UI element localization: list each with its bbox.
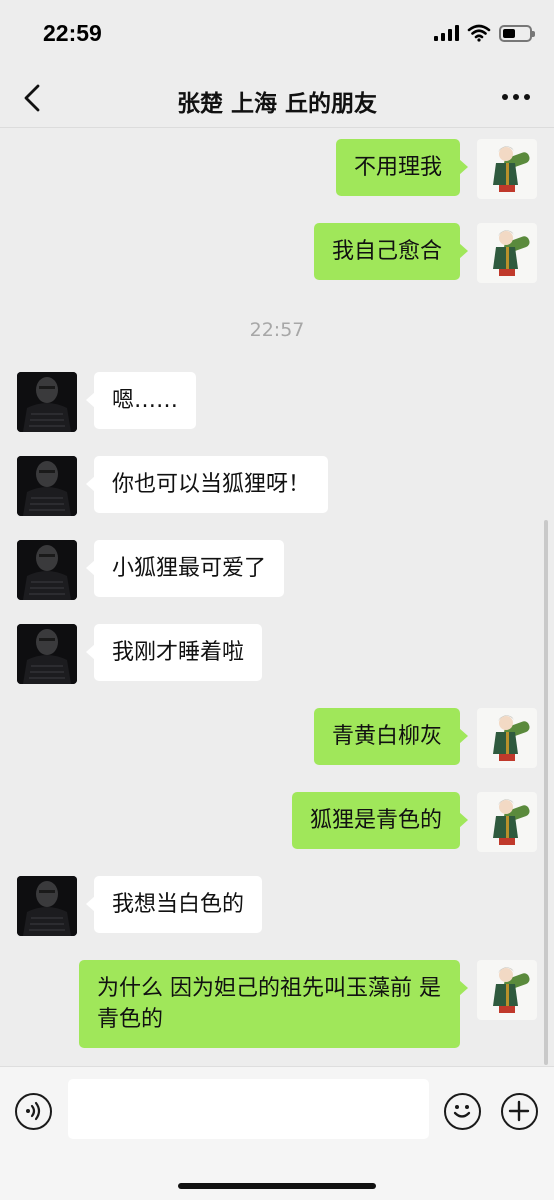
status-time: 22:59 bbox=[43, 20, 102, 46]
other-avatar[interactable] bbox=[17, 456, 77, 516]
other-avatar[interactable] bbox=[17, 372, 77, 432]
self-bubble[interactable]: 为什么 因为妲己的祖先叫玉藻前 是青色的 bbox=[79, 960, 468, 1048]
battery-icon bbox=[499, 24, 535, 42]
smiley-icon bbox=[453, 1105, 471, 1118]
other-avatar[interactable] bbox=[17, 624, 77, 684]
more-actions-button[interactable] bbox=[501, 1093, 538, 1130]
self-avatar[interactable] bbox=[477, 223, 537, 283]
self-avatar[interactable] bbox=[477, 708, 537, 768]
other-avatar[interactable] bbox=[17, 876, 77, 936]
status-bar: 22:59 bbox=[0, 0, 554, 68]
status-icons bbox=[434, 24, 535, 42]
emoji-button[interactable] bbox=[444, 1093, 481, 1130]
self-bubble[interactable]: 狐狸是青色的 bbox=[291, 792, 469, 849]
other-bubble[interactable]: 你也可以当狐狸呀！ bbox=[85, 456, 329, 513]
message-input[interactable] bbox=[68, 1079, 429, 1139]
plus-icon bbox=[508, 1100, 530, 1122]
voice-icon bbox=[26, 1101, 41, 1121]
self-avatar[interactable] bbox=[477, 792, 537, 852]
self-bubble[interactable]: 我自己愈合 bbox=[313, 223, 469, 280]
nav-bar: 张楚 上海 丘的朋友 bbox=[0, 68, 554, 128]
message-row: 我刚才睡着啦 bbox=[0, 624, 554, 684]
message-row: 不用理我 bbox=[0, 139, 554, 199]
voice-button[interactable] bbox=[15, 1093, 52, 1130]
signal-icon bbox=[434, 25, 459, 41]
message-row: 青黄白柳灰 bbox=[0, 708, 554, 768]
message-row: 小狐狸最可爱了 bbox=[0, 540, 554, 600]
self-bubble[interactable]: 不用理我 bbox=[335, 139, 469, 196]
other-avatar[interactable] bbox=[17, 540, 77, 600]
wifi-icon bbox=[467, 24, 491, 42]
other-bubble[interactable]: 我想当白色的 bbox=[85, 876, 263, 933]
message-row: 为什么 因为妲己的祖先叫玉藻前 是青色的 bbox=[0, 960, 554, 1050]
message-row: 我自己愈合 bbox=[0, 223, 554, 283]
other-bubble[interactable]: 我刚才睡着啦 bbox=[85, 624, 263, 681]
chat-title: 张楚 上海 丘的朋友 bbox=[176, 91, 377, 117]
other-bubble[interactable]: 嗯…… bbox=[85, 372, 197, 429]
self-bubble[interactable]: 青黄白柳灰 bbox=[313, 708, 469, 765]
message-row: 你也可以当狐狸呀！ bbox=[0, 456, 554, 516]
scrollbar[interactable] bbox=[544, 520, 548, 1065]
message-row: 嗯…… bbox=[0, 372, 554, 432]
self-avatar[interactable] bbox=[477, 960, 537, 1020]
other-bubble[interactable]: 小狐狸最可爱了 bbox=[85, 540, 285, 597]
timestamp: 22:57 bbox=[249, 319, 305, 341]
message-row: 狐狸是青色的 bbox=[0, 792, 554, 852]
chat-area[interactable]: 不用理我 我自己愈合 22:57 嗯…… 你也可以当狐狸呀！ 小狐狸最可爱了 我… bbox=[0, 129, 554, 1066]
self-avatar[interactable] bbox=[477, 139, 537, 199]
home-indicator[interactable] bbox=[178, 1183, 376, 1189]
message-row: 我想当白色的 bbox=[0, 876, 554, 936]
more-icon[interactable] bbox=[502, 94, 530, 100]
input-bar bbox=[0, 1066, 554, 1200]
